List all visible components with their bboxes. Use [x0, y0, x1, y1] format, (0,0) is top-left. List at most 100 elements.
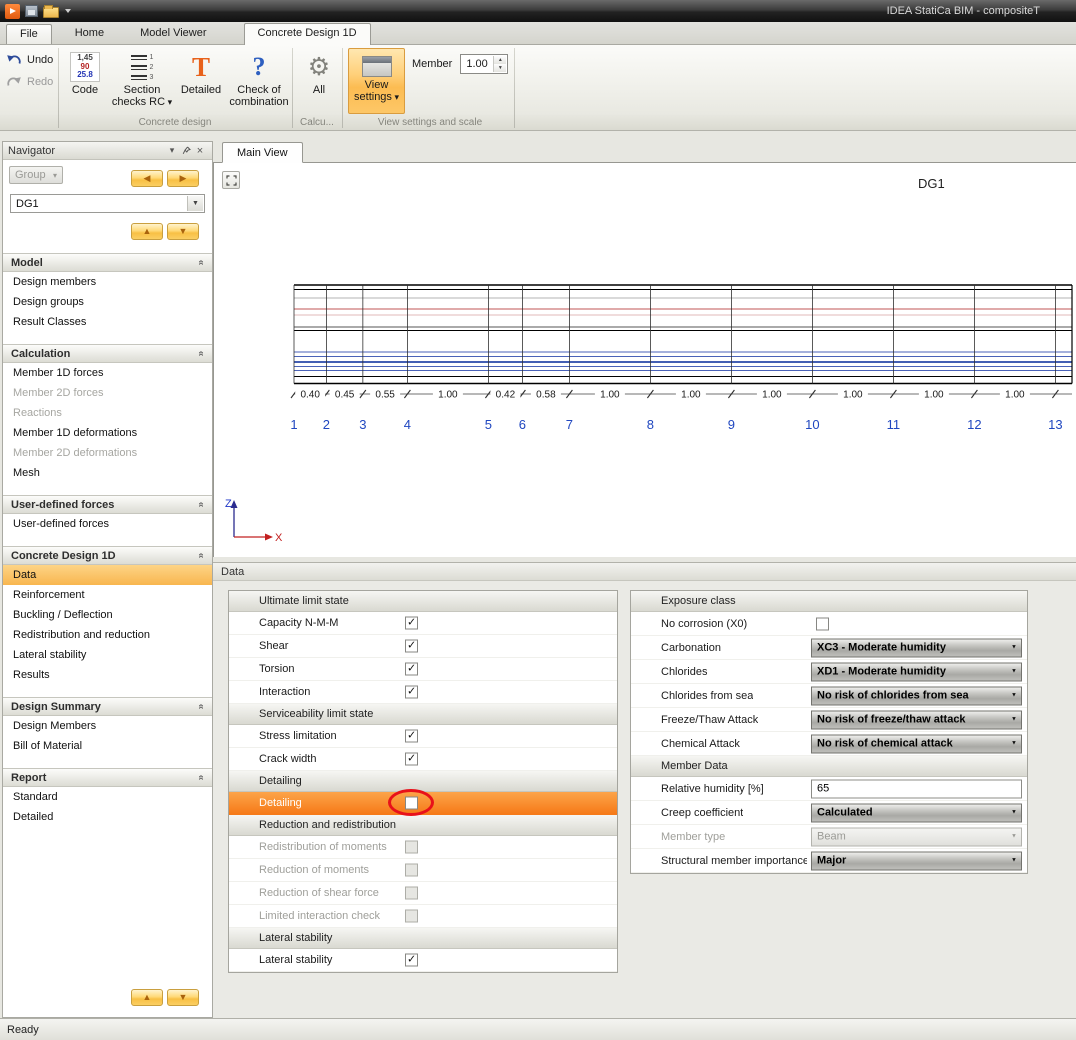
nav-item-lateral-stability[interactable]: Lateral stability: [3, 645, 212, 665]
collapse-chevron-icon[interactable]: [196, 260, 207, 266]
nav-item-detailed[interactable]: Detailed: [3, 807, 212, 827]
chevron-down-icon: [1007, 852, 1021, 869]
checkbox-no-corrosion-x0[interactable]: [816, 617, 829, 630]
dropdown-value: XC3 - Moderate humidity: [817, 639, 1007, 656]
title-bar: IDEA StatiCa BIM - compositeT: [0, 0, 1076, 22]
nav-item-data[interactable]: Data: [3, 565, 212, 585]
section-checks-button[interactable]: 1 2 3 Section checks RC: [110, 48, 174, 114]
pin-icon[interactable]: [179, 144, 193, 158]
dropdown-creep-coefficient[interactable]: Calculated: [811, 803, 1022, 822]
section-checks-label: Section checks RC: [111, 84, 173, 109]
save-icon[interactable]: [25, 5, 38, 17]
nav-item-member-1d-deformations[interactable]: Member 1D deformations: [3, 423, 212, 443]
collapse-chevron-icon[interactable]: [196, 775, 207, 781]
checkbox-reduction-of-moments: [405, 864, 418, 877]
detailed-button[interactable]: Detailed: [178, 48, 224, 114]
span-dimension-label: 0.55: [375, 390, 395, 401]
chevron-down-icon: [1007, 828, 1021, 845]
nav-item-reinforcement[interactable]: Reinforcement: [3, 585, 212, 605]
dropdown-structural-member-importance[interactable]: Major: [811, 851, 1022, 870]
ribbon-tab-concrete-design-1d[interactable]: Concrete Design 1D: [244, 23, 371, 45]
status-text: Ready: [7, 1024, 39, 1036]
check-of-combination-button[interactable]: Check of combination: [228, 48, 290, 114]
ribbon-tab-file[interactable]: File: [6, 24, 52, 44]
member-label: Member: [412, 58, 452, 70]
dropdown-chlorides[interactable]: XD1 - Moderate humidity: [811, 662, 1022, 681]
setting-row-lateral-stability: Lateral stability: [229, 949, 617, 972]
close-icon[interactable]: [193, 144, 207, 158]
model-canvas[interactable]: 0.400.450.551.000.420.581.001.001.001.00…: [213, 163, 1076, 557]
checkbox-shear[interactable]: [405, 640, 418, 653]
group-filter-label: Group: [15, 169, 46, 181]
nav-down-button-bottom[interactable]: [167, 989, 199, 1006]
nav-item-design-members[interactable]: Design members: [3, 272, 212, 292]
nav-item-member-1d-forces[interactable]: Member 1D forces: [3, 363, 212, 383]
collapse-chevron-icon[interactable]: [196, 704, 207, 710]
checkbox-torsion[interactable]: [405, 663, 418, 676]
dropdown-carbonation[interactable]: XC3 - Moderate humidity: [811, 638, 1022, 657]
checkbox-reduction-of-shear-force: [405, 887, 418, 900]
collapse-chevron-icon[interactable]: [196, 553, 207, 559]
nav-item-result-classes[interactable]: Result Classes: [3, 312, 212, 332]
collapse-chevron-icon[interactable]: [196, 502, 207, 508]
combobox-dropdown-icon[interactable]: [187, 196, 203, 211]
checkbox-interaction[interactable]: [405, 686, 418, 699]
nav-prev-button[interactable]: [131, 170, 163, 187]
code-button[interactable]: 1,45 90 25.8 Code: [64, 48, 106, 114]
setting-label: Creep coefficient: [631, 807, 743, 819]
ribbon-tab-model-viewer[interactable]: Model Viewer: [127, 24, 219, 44]
chevron-down-icon[interactable]: [165, 144, 179, 158]
dropdown-value: Beam: [817, 828, 1007, 845]
nav-up-button[interactable]: [131, 223, 163, 240]
span-dimension-label: 1.00: [762, 390, 782, 401]
dropdown-freeze-thaw-attack[interactable]: No risk of freeze/thaw attack: [811, 710, 1022, 729]
setting-row-torsion: Torsion: [229, 658, 617, 681]
spinner-down-icon[interactable]: [494, 64, 506, 72]
spinner-up-icon[interactable]: [494, 56, 506, 64]
nav-section-model[interactable]: Model: [3, 253, 212, 272]
nav-item-mesh[interactable]: Mesh: [3, 463, 212, 483]
quick-access-chevron-icon[interactable]: [65, 9, 71, 13]
ribbon-separator: [58, 48, 59, 128]
open-folder-icon[interactable]: [43, 7, 59, 18]
nav-section-report[interactable]: Report: [3, 768, 212, 787]
span-dimension-label: 1.00: [438, 390, 458, 401]
nav-item-standard[interactable]: Standard: [3, 787, 212, 807]
nav-next-button[interactable]: [167, 170, 199, 187]
checkbox-capacity-n-m-m[interactable]: [405, 617, 418, 630]
nav-item-buckling-deflection[interactable]: Buckling / Deflection: [3, 605, 212, 625]
zoom-extents-button[interactable]: [222, 171, 240, 189]
nav-item-design-groups[interactable]: Design groups: [3, 292, 212, 312]
ribbon-separator: [292, 48, 293, 128]
dropdown-value: No risk of freeze/thaw attack: [817, 711, 1007, 728]
navigator-toolbar: Group: [3, 162, 212, 188]
nav-down-button[interactable]: [167, 223, 199, 240]
input-relative-humidity[interactable]: 65: [811, 779, 1022, 798]
nav-up-button-bottom[interactable]: [131, 989, 163, 1006]
tab-main-view[interactable]: Main View: [222, 142, 303, 163]
checkbox-stress-limitation[interactable]: [405, 730, 418, 743]
nav-section-calculation[interactable]: Calculation: [3, 344, 212, 363]
nav-section-concrete-design-1d[interactable]: Concrete Design 1D: [3, 546, 212, 565]
dropdown-chemical-attack[interactable]: No risk of chemical attack: [811, 734, 1022, 753]
collapse-chevron-icon[interactable]: [196, 351, 207, 357]
nav-item-bill-of-material[interactable]: Bill of Material: [3, 736, 212, 756]
dropdown-chlorides-from-sea[interactable]: No risk of chlorides from sea: [811, 686, 1022, 705]
nav-item-design-members[interactable]: Design Members: [3, 716, 212, 736]
group-header-detailing: Detailing: [229, 771, 617, 792]
checkbox-crack-width[interactable]: [405, 753, 418, 766]
design-group-combobox[interactable]: DG1: [10, 194, 205, 213]
nav-section-design-summary[interactable]: Design Summary: [3, 697, 212, 716]
ribbon-tab-home[interactable]: Home: [62, 24, 117, 44]
dropdown-value: XD1 - Moderate humidity: [817, 663, 1007, 680]
nav-section-user-defined-forces[interactable]: User-defined forces: [3, 495, 212, 514]
undo-button[interactable]: Undo: [6, 54, 53, 66]
nav-item-redistribution-and-reduction[interactable]: Redistribution and reduction: [3, 625, 212, 645]
checkbox-lateral-stability[interactable]: [405, 954, 418, 967]
nav-item-user-defined-forces[interactable]: User-defined forces: [3, 514, 212, 534]
calculate-all-button[interactable]: All: [298, 48, 340, 114]
member-spinner[interactable]: 1.00: [460, 54, 508, 74]
nav-item-results[interactable]: Results: [3, 665, 212, 685]
code-icon: 1,45 90 25.8: [70, 52, 100, 82]
view-settings-button[interactable]: View settings: [348, 48, 405, 114]
